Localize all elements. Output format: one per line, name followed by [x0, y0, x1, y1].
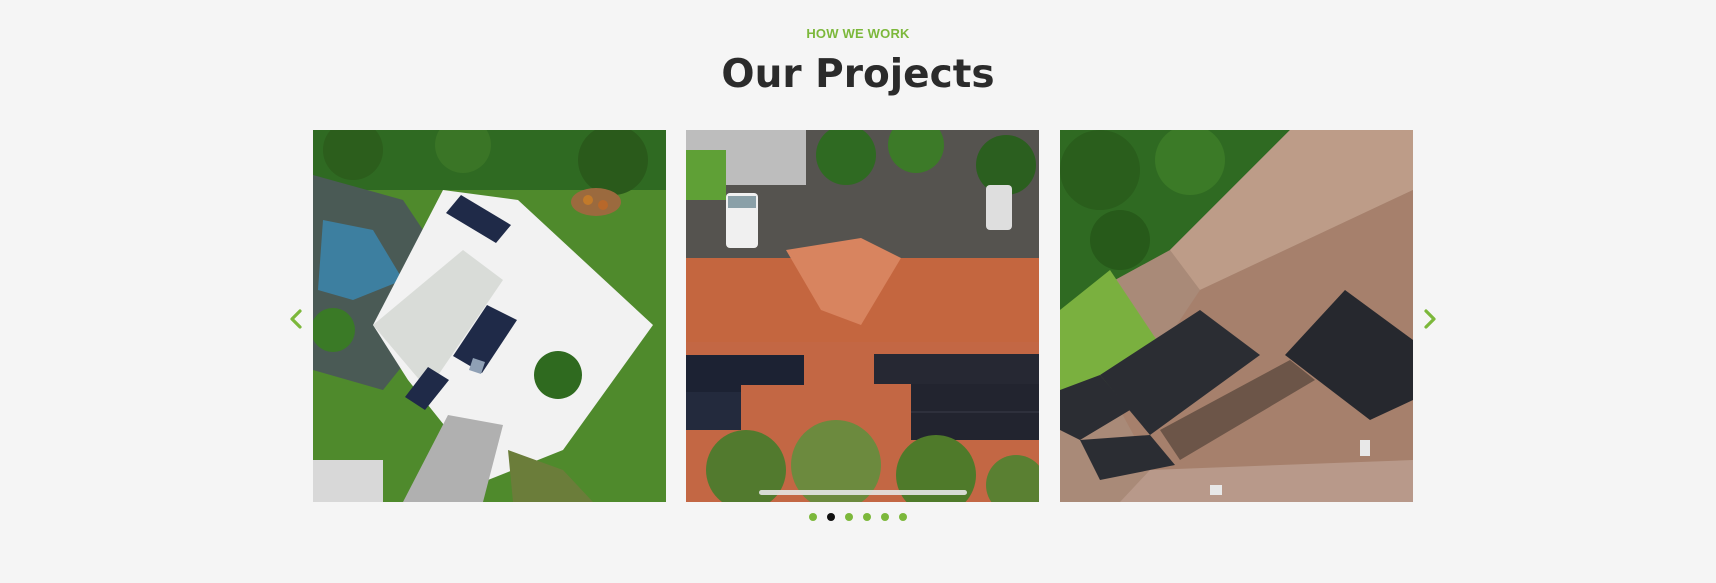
project-photo-white-roof-icon: [313, 130, 666, 502]
project-slide-2[interactable]: [686, 130, 1039, 502]
project-slide-3[interactable]: [1060, 130, 1413, 502]
carousel-dot-4[interactable]: [863, 513, 871, 521]
carousel-dot-1[interactable]: [809, 513, 817, 521]
carousel-prev-button[interactable]: [281, 304, 311, 334]
page-title: Our Projects: [721, 52, 995, 97]
carousel-next-button[interactable]: [1415, 304, 1445, 334]
carousel-dot-6[interactable]: [899, 513, 907, 521]
chevron-right-icon: [1424, 309, 1436, 329]
carousel-dot-5[interactable]: [881, 513, 889, 521]
project-slide-1[interactable]: [313, 130, 666, 502]
project-photo-tile-roof-icon: [686, 130, 1039, 502]
chevron-left-icon: [290, 309, 302, 329]
carousel-dot-2[interactable]: [827, 513, 835, 521]
project-photo-brown-roof-icon: [1060, 130, 1413, 502]
carousel-dot-3[interactable]: [845, 513, 853, 521]
slide-progress-bar: [759, 490, 967, 495]
carousel-pagination: [0, 513, 1716, 521]
section-eyebrow: HOW WE WORK: [806, 26, 910, 41]
